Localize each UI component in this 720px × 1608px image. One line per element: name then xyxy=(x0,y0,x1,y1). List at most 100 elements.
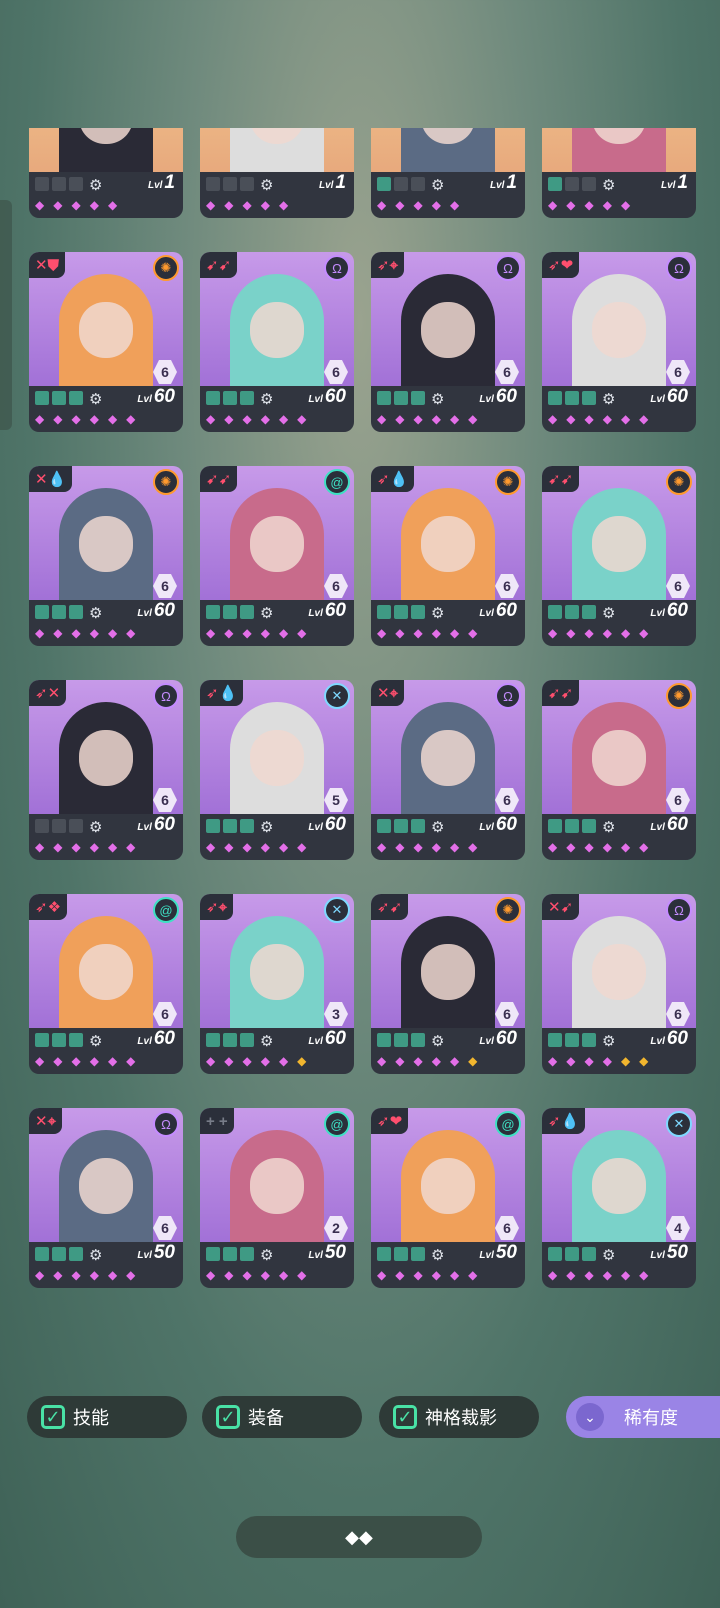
level-value: 50 xyxy=(495,1242,517,1263)
gem-row: ◆ ◆ ◆ ◆ ◆ ◆ xyxy=(548,1054,648,1068)
rarity-sort-button[interactable]: ⌄ 稀有度 xyxy=(566,1396,720,1438)
level-text: Lvl 60 xyxy=(137,600,175,621)
star-gem-icon: ◆ xyxy=(377,626,387,640)
star-gem-icon: ◆ xyxy=(224,1268,234,1282)
star-gem-icon: ◆ xyxy=(548,412,558,426)
star-gem-icon: ◆ xyxy=(126,1268,136,1282)
equipment-slot xyxy=(411,391,425,405)
feather-drop-icon: ➶💧 xyxy=(371,466,415,492)
star-gem-icon: ◆ xyxy=(297,412,307,426)
star-gem-icon: ◆ xyxy=(449,1268,460,1282)
hero-card[interactable]: ✕💧 ✺ 6 ⚙ Lvl 60 ◆ ◆ ◆ ◆ ◆ ◆ xyxy=(29,466,183,646)
hero-card[interactable]: ➶✕ Ω 6 ⚙ Lvl 60 ◆ ◆ ◆ ◆ ◆ ◆ xyxy=(29,680,183,860)
level-text: Lvl 60 xyxy=(650,1028,688,1049)
gem-row: ◆ ◆ ◆ ◆ ◆ ◆ xyxy=(548,1268,648,1282)
star-gem-icon: ◆ xyxy=(548,840,558,854)
hero-card[interactable]: ➶➹ ✺ 6 ⚙ Lvl 60 ◆ ◆ ◆ ◆ ◆ ◆ xyxy=(371,894,525,1074)
hero-card[interactable]: ✕⛊ ✺ 6 ⚙ Lvl 60 ◆ ◆ ◆ ◆ ◆ ◆ xyxy=(29,252,183,432)
purple-omega-icon: Ω xyxy=(153,683,179,709)
purple-omega-icon: Ω xyxy=(666,897,692,923)
star-gem-icon: ◆ xyxy=(639,1268,649,1282)
hero-card[interactable]: ➶❤ @6 ⚙ Lvl 50 ◆ ◆ ◆ ◆ ◆ ◆ xyxy=(371,1108,525,1288)
hero-card[interactable]: ➹➹ ✺ 6 ⚙ Lvl 60 ◆ ◆ ◆ ◆ ◆ ◆ xyxy=(542,466,696,646)
star-gem-icon: ◆ xyxy=(206,412,216,426)
hero-card[interactable]: ➶❤ Ω 6 ⚙ Lvl 60 ◆ ◆ ◆ ◆ ◆ ◆ xyxy=(542,252,696,432)
check-icon: ✓ xyxy=(41,1405,65,1429)
star-gem-icon: ◆ xyxy=(584,198,594,212)
hero-card[interactable]: ➶⌖ Ω 6 ⚙ Lvl 60 ◆ ◆ ◆ ◆ ◆ ◆ xyxy=(371,252,525,432)
hero-info-bar: ⚙ Lvl 60 ◆ ◆ ◆ ◆ ◆ ◆ xyxy=(29,1028,183,1074)
star-gem-icon: ◆ xyxy=(35,412,45,426)
equipment-slot xyxy=(548,1033,562,1047)
hero-card[interactable]: ➹➹✺⚙ Lvl1 ◆ ◆ ◆ ◆ ◆ xyxy=(200,128,354,218)
gem-row: ◆ ◆ ◆ ◆ ◆ xyxy=(206,198,288,212)
hero-card[interactable]: + +@⚙ Lvl1 ◆ ◆ ◆ ◆ ◆ xyxy=(542,128,696,218)
level-text: Lvl 60 xyxy=(308,1028,346,1049)
star-gem-icon: ◆ xyxy=(449,626,460,640)
hero-card[interactable]: ✕⌖ Ω 6 ⚙ Lvl 60 ◆ ◆ ◆ ◆ ◆ ◆ xyxy=(371,680,525,860)
slot-row xyxy=(377,1033,425,1047)
hero-card[interactable]: ➹➹ Ω 6 ⚙ Lvl 60 ◆ ◆ ◆ ◆ ◆ ◆ xyxy=(200,252,354,432)
skill-filter[interactable]: ✓ 技能 xyxy=(27,1396,187,1438)
star-gem-icon: ◆ xyxy=(53,1054,63,1068)
hero-card[interactable]: ➶⌖ ✕ 3 ⚙ Lvl 60 ◆ ◆ ◆ ◆ ◆ ◆ xyxy=(200,894,354,1074)
star-gem-icon: ◆ xyxy=(242,840,252,854)
gem-row: ◆ ◆ ◆ ◆ ◆ ◆ xyxy=(206,412,306,426)
star-gem-icon: ◆ xyxy=(602,198,612,212)
hero-card[interactable]: ➶💧 ✕ 5 ⚙ Lvl 60 ◆ ◆ ◆ ◆ ◆ ◆ xyxy=(200,680,354,860)
star-gem-icon: ◆ xyxy=(107,1054,118,1068)
equipment-slot xyxy=(240,391,254,405)
star-gem-icon: ◆ xyxy=(224,1054,234,1068)
hero-card[interactable]: ➶❖ @6 ⚙ Lvl 60 ◆ ◆ ◆ ◆ ◆ ◆ xyxy=(29,894,183,1074)
hero-card[interactable]: + + @2 ⚙ Lvl 50 ◆ ◆ ◆ ◆ ◆ ◆ xyxy=(200,1108,354,1288)
hero-card[interactable]: ✕⌖ Ω 6 ⚙ Lvl 50 ◆ ◆ ◆ ◆ ◆ ◆ xyxy=(29,1108,183,1288)
hero-card[interactable]: + +✺⚙ Lvl1 ◆ ◆ ◆ ◆ ◆ xyxy=(29,128,183,218)
hero-card[interactable]: ➹➹ ✺ 6 ⚙ Lvl 60 ◆ ◆ ◆ ◆ ◆ ◆ xyxy=(542,680,696,860)
hero-info-bar: ⚙ Lvl 60 ◆ ◆ ◆ ◆ ◆ ◆ xyxy=(371,1028,525,1074)
equipment-slot xyxy=(394,177,408,191)
gear-icon: ⚙ xyxy=(260,391,274,408)
rank-badge: 6 xyxy=(666,574,690,598)
deity-filter[interactable]: ✓ 神格裁影 xyxy=(379,1396,539,1438)
star-gem-icon: ◆ xyxy=(602,840,612,854)
equipment-slot xyxy=(240,1033,254,1047)
gear-icon: ⚙ xyxy=(260,819,274,836)
level-text: Lvl 60 xyxy=(308,600,346,621)
star-gem-icon: ◆ xyxy=(89,198,99,212)
equipment-slot xyxy=(35,1247,49,1261)
equipment-slot xyxy=(240,605,254,619)
collapse-handle[interactable]: ◆◆ xyxy=(236,1516,482,1558)
rank-badge: 6 xyxy=(666,1002,690,1026)
star-gem-icon: ◆ xyxy=(278,1268,289,1282)
level-value: 60 xyxy=(495,1028,517,1049)
star-gem-icon: ◆ xyxy=(206,1268,216,1282)
hero-face xyxy=(421,1158,475,1214)
gem-row: ◆ ◆ ◆ ◆ ◆ ◆ xyxy=(35,1054,135,1068)
gem-row: ◆ ◆ ◆ ◆ ◆ xyxy=(548,198,630,212)
hero-card[interactable]: ➶💧 ✺ 6 ⚙ Lvl 60 ◆ ◆ ◆ ◆ ◆ ◆ xyxy=(371,466,525,646)
equipment-filter[interactable]: ✓ 装备 xyxy=(202,1396,362,1438)
hero-info-bar: ⚙ Lvl 60 ◆ ◆ ◆ ◆ ◆ ◆ xyxy=(371,814,525,860)
hero-portrait: ✕➹ Ω 6 xyxy=(542,894,696,1034)
hero-info-bar: ⚙ Lvl 1 ◆ ◆ ◆ ◆ ◆ xyxy=(29,172,183,218)
level-text: Lvl 1 xyxy=(147,172,175,193)
gem-row: ◆ ◆ ◆ ◆ ◆ ◆ xyxy=(206,626,306,640)
star-gem-icon: ◆ xyxy=(107,412,118,426)
equipment-slot xyxy=(69,605,83,619)
star-gem-icon: ◆ xyxy=(566,198,576,212)
green-swirl-icon: @ xyxy=(324,469,350,495)
gem-row: ◆ ◆ ◆ ◆ ◆ ◆ xyxy=(35,626,135,640)
star-gem-icon: ◆ xyxy=(260,1054,270,1068)
star-gem-icon: ◆ xyxy=(377,1054,387,1068)
x-circle-icon: ✕ xyxy=(666,1111,692,1137)
hero-card[interactable]: ➶💧 ✕ 4 ⚙ Lvl 50 ◆ ◆ ◆ ◆ ◆ ◆ xyxy=(542,1108,696,1288)
star-gem-icon: ◆ xyxy=(53,198,63,212)
hero-card[interactable]: ➹➹ @6 ⚙ Lvl 60 ◆ ◆ ◆ ◆ ◆ ◆ xyxy=(200,466,354,646)
star-gem-icon: ◆ xyxy=(126,626,136,640)
purple-omega-icon: Ω xyxy=(495,683,521,709)
star-gem-icon: ◆ xyxy=(584,1054,594,1068)
hero-portrait: ➹➹ Ω 6 xyxy=(200,252,354,392)
star-gem-icon: ◆ xyxy=(35,840,45,854)
hero-card[interactable]: ϟ➹✺⚙ Lvl1 ◆ ◆ ◆ ◆ ◆ xyxy=(371,128,525,218)
hero-card[interactable]: ✕➹ Ω 6 ⚙ Lvl 60 ◆ ◆ ◆ ◆ ◆ ◆ xyxy=(542,894,696,1074)
